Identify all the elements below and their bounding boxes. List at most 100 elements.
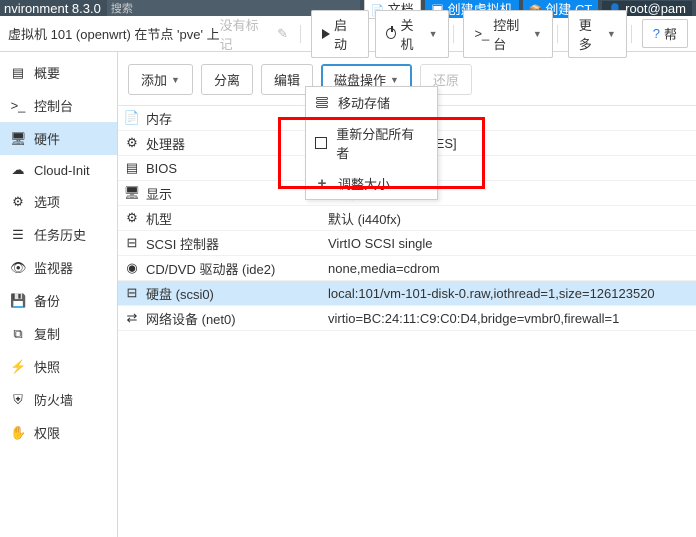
bolt-icon: ⚡ — [10, 359, 26, 375]
disk-action-menu: 移动存储重新分配所有者 + 调整大小 — [305, 86, 438, 200]
sidebar-item-复制[interactable]: ⧉ 复制 — [0, 317, 117, 350]
help-icon: ? — [653, 26, 660, 41]
sidebar-item-label: 选项 — [34, 192, 60, 211]
detach-label: 分离 — [214, 70, 240, 89]
play-icon — [322, 29, 330, 39]
vm-header: 虚拟机 101 (openwrt) 在节点 'pve' 上 没有标记 ✎ 启动 … — [0, 16, 696, 52]
version-text: nvironment 8.3.0 — [4, 1, 101, 16]
sidebar-item-任务历史[interactable]: ☰ 任务历史 — [0, 218, 117, 251]
sidebar-item-硬件[interactable]: 🖥 硬件 — [0, 122, 117, 155]
hdd-icon: ⊟ — [118, 235, 146, 251]
db-icon — [314, 97, 330, 108]
machine-icon: ⚙ — [118, 210, 146, 226]
add-label: 添加 — [141, 70, 167, 89]
sidebar-item-快照[interactable]: ⚡ 快照 — [0, 350, 117, 383]
sidebar-item-label: 概要 — [34, 63, 60, 82]
add-button[interactable]: 添加 ▼ — [128, 64, 193, 95]
disc-icon: ◉ — [118, 260, 146, 276]
hw-value: virtio=BC:24:11:C9:C0:D4,bridge=vmbr0,fi… — [326, 311, 696, 326]
menu-item-label: 移动存储 — [338, 93, 390, 112]
chevron-down-icon: ▼ — [390, 75, 399, 85]
chevron-down-icon: ▼ — [429, 29, 438, 39]
display-icon: 🖥 — [118, 185, 146, 201]
sidebar-item-备份[interactable]: 💾备份 — [0, 284, 117, 317]
console-label: 控制台 — [493, 15, 529, 53]
cpu-icon: ⚙ — [118, 135, 146, 151]
power-icon — [386, 28, 396, 39]
hw-value: 默认 (i440fx) — [326, 209, 696, 228]
sidebar-item-label: 任务历史 — [34, 225, 86, 244]
hw-name: SCSI 控制器 — [146, 234, 326, 253]
edit-label: 编辑 — [274, 70, 300, 89]
hw-value: none,media=cdrom — [326, 261, 696, 276]
tag-add-icon[interactable]: ✎ — [277, 26, 288, 42]
plus-icon: + — [314, 175, 330, 192]
help-label: 帮 — [664, 24, 677, 43]
menu-item-重新分配所有者[interactable]: 重新分配所有者 — [306, 118, 437, 168]
eye-icon: 👁 — [10, 260, 26, 276]
sidebar-item-label: 硬件 — [34, 129, 60, 148]
more-label: 更多 — [579, 15, 603, 53]
chevron-down-icon: ▼ — [171, 75, 180, 85]
net-icon: ⇄ — [118, 310, 146, 326]
help-button[interactable]: ?帮 — [642, 19, 688, 48]
menu-item-label: 调整大小 — [338, 174, 390, 193]
chevron-down-icon: ▼ — [607, 29, 616, 39]
user-label: root@pam — [625, 1, 686, 16]
console-button[interactable]: >_ 控制台 ▼ — [463, 10, 552, 58]
hw-row[interactable]: ⇄网络设备 (net0)virtio=BC:24:11:C9:C0:D4,bri… — [118, 306, 696, 331]
save-icon: 💾 — [10, 293, 26, 309]
hw-row[interactable]: ◉CD/DVD 驱动器 (ide2)none,media=cdrom — [118, 256, 696, 281]
hand-icon: ✋ — [10, 425, 26, 441]
sidebar-item-防火墙[interactable]: ⛨ 防火墙 — [0, 383, 117, 416]
console-icon: >_ — [474, 26, 489, 41]
mem-icon: 📄 — [118, 110, 146, 126]
shutdown-label: 关机 — [400, 15, 424, 53]
hw-name: 网络设备 (net0) — [146, 309, 326, 328]
hdd-icon: ⊟ — [118, 285, 146, 301]
vm-title: 虚拟机 101 (openwrt) 在节点 'pve' 上 — [8, 24, 220, 43]
hw-name: BIOS — [146, 161, 326, 176]
sidebar-item-label: 复制 — [34, 324, 60, 343]
sidebar-item-权限[interactable]: ✋权限 — [0, 416, 117, 449]
hw-row[interactable]: ⊟硬盘 (scsi0)local:101/vm-101-disk-0.raw,i… — [118, 281, 696, 306]
menu-item-label: 重新分配所有者 — [336, 124, 417, 162]
more-button[interactable]: 更多 ▼ — [568, 10, 627, 58]
hw-name: 内存 — [146, 109, 326, 128]
shield-icon: ⛨ — [10, 392, 26, 408]
no-tag-label[interactable]: 没有标记 — [220, 15, 270, 53]
console-icon: >_ — [10, 98, 26, 113]
sidebar-item-选项[interactable]: ⚙ 选项 — [0, 185, 117, 218]
chip-icon: 🖥 — [10, 131, 26, 147]
hw-row[interactable]: ⊟SCSI 控制器VirtIO SCSI single — [118, 231, 696, 256]
sidebar-item-label: 监视器 — [34, 258, 73, 277]
bios-icon: ▤ — [118, 160, 146, 176]
hw-name: 硬盘 (scsi0) — [146, 284, 326, 303]
menu-item-移动存储[interactable]: 移动存储 — [306, 87, 437, 118]
sidebar-item-概要[interactable]: ▤ 概要 — [0, 56, 117, 89]
sidebar-item-label: 防火墙 — [34, 390, 73, 409]
sidebar-item-监视器[interactable]: 👁 监视器 — [0, 251, 117, 284]
chevron-down-icon: ▼ — [533, 29, 542, 39]
sidebar-item-label: 快照 — [34, 357, 60, 376]
sidebar-item-Cloud-Init[interactable]: ☁ Cloud-Init — [0, 155, 117, 185]
menu-item-调整大小[interactable]: + 调整大小 — [306, 168, 437, 199]
gear-icon: ⚙ — [10, 194, 26, 210]
shutdown-button[interactable]: 关机 ▼ — [375, 10, 448, 58]
sidebar-item-控制台[interactable]: >_ 控制台 — [0, 89, 117, 122]
hw-name: CD/DVD 驱动器 (ide2) — [146, 259, 326, 278]
hw-row[interactable]: ⚙机型默认 (i440fx) — [118, 206, 696, 231]
start-button[interactable]: 启动 — [311, 10, 369, 58]
hw-name: 显示 — [146, 184, 326, 203]
cloud-icon: ☁ — [10, 162, 26, 178]
hw-name: 处理器 — [146, 134, 326, 153]
sidebar-item-label: 控制台 — [34, 96, 73, 115]
start-label: 启动 — [334, 15, 358, 53]
list-icon: ☰ — [10, 227, 26, 243]
copy-icon: ⧉ — [10, 326, 26, 342]
detach-button[interactable]: 分离 — [201, 64, 253, 95]
hw-name: 机型 — [146, 209, 326, 228]
sidebar-item-label: Cloud-Init — [34, 163, 90, 178]
square-icon — [314, 137, 328, 149]
book-icon: ▤ — [10, 65, 26, 81]
